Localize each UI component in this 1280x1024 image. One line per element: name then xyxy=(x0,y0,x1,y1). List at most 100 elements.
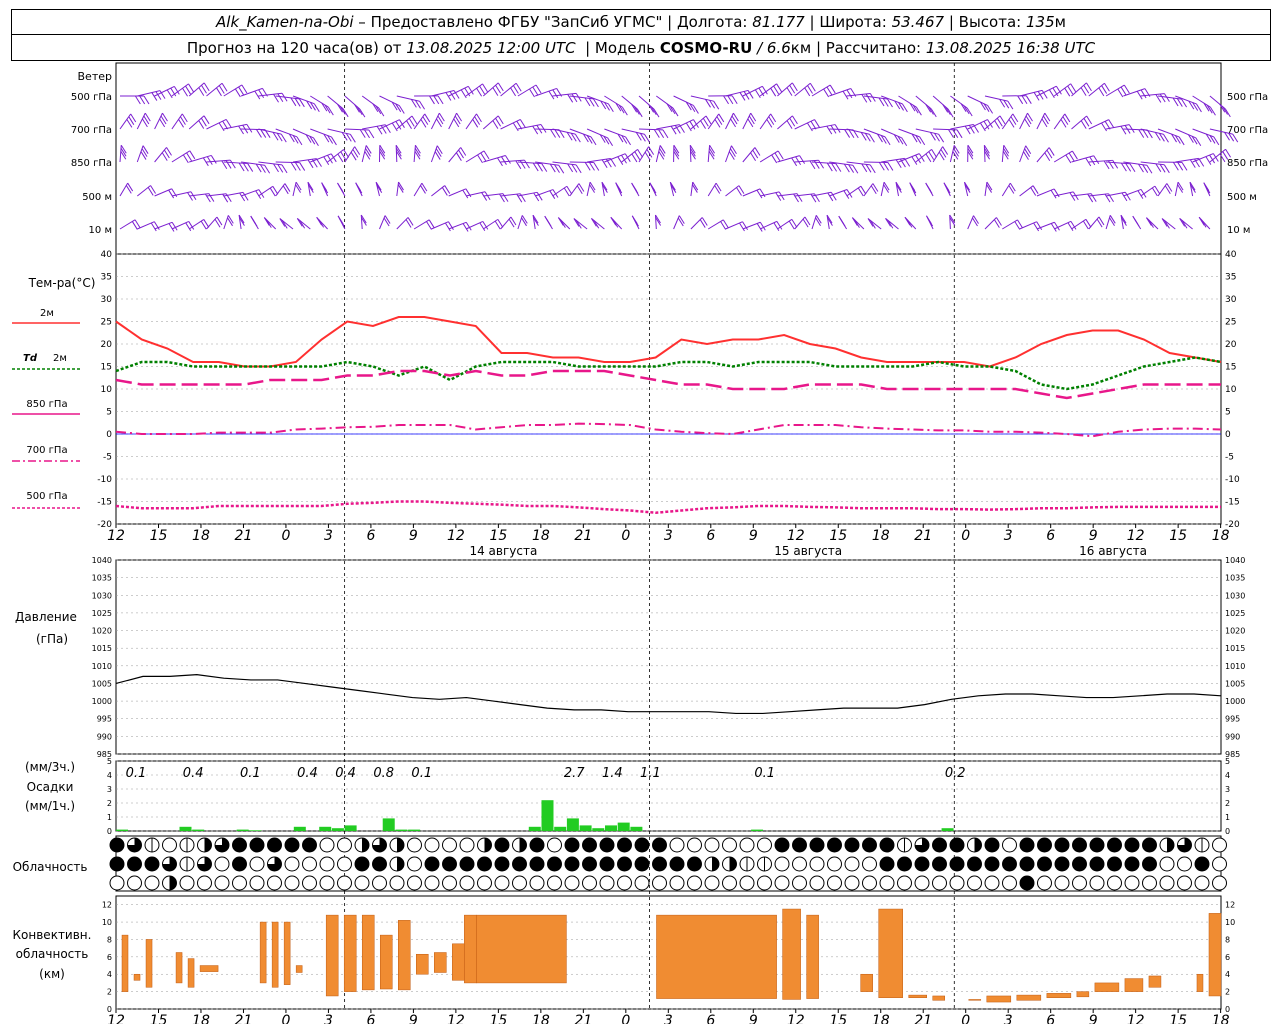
wind-barb-flag xyxy=(865,93,872,103)
wind-barb-flag xyxy=(552,89,559,99)
wind-barb-flag xyxy=(294,162,301,171)
wind-barb-flag xyxy=(198,87,205,96)
wind-barb-flag xyxy=(804,87,811,97)
wind-barb xyxy=(448,147,462,163)
wind-barb-flag xyxy=(927,217,934,227)
wind-barb-flag xyxy=(1086,82,1092,92)
precip-bar xyxy=(116,829,128,831)
wind-level-label-left: 500 гПа xyxy=(71,92,112,103)
cloud-circle xyxy=(512,875,527,891)
wind-barb-flag xyxy=(1093,155,1100,164)
wind-barb-flag xyxy=(1064,87,1071,97)
legend-t2m-label: 2м xyxy=(40,308,54,319)
wind-barb-flag xyxy=(1181,162,1188,171)
cloud-circle xyxy=(109,856,125,872)
time-tick-label: 6 xyxy=(1046,1013,1055,1024)
cloud-circle xyxy=(897,856,912,872)
cloud-circle xyxy=(617,856,632,872)
wind-barb-flag xyxy=(1017,95,1024,105)
wind-barb-flag xyxy=(391,122,398,132)
wind-barb-flag xyxy=(501,156,507,165)
wind-barb xyxy=(361,145,367,163)
wind-barb-flag xyxy=(384,215,391,224)
precip-3h-label: 0.4 xyxy=(183,766,204,781)
panel-frame xyxy=(115,760,1222,832)
pressure-line xyxy=(115,674,1222,715)
time-tick-label: 12 xyxy=(107,1013,125,1024)
wind-barb xyxy=(413,145,416,163)
conv-bar xyxy=(343,914,357,992)
precip-ytick-right: 0 xyxy=(1225,827,1230,836)
cloud-circle xyxy=(844,837,860,853)
wind-barb xyxy=(984,95,1008,102)
wind-barb-flag xyxy=(944,184,951,194)
cloud-circle xyxy=(617,875,632,891)
cloud-circle xyxy=(494,856,510,872)
cloud-circle xyxy=(494,837,510,853)
cloud-circle xyxy=(669,856,685,872)
conv-ytick-left: 12 xyxy=(102,901,112,910)
precip-bar xyxy=(319,826,332,831)
wind-barb-flag xyxy=(795,156,802,166)
wind-barb-flag xyxy=(227,217,233,227)
conv-label-1: Конвективн. xyxy=(13,928,92,942)
wind-barb xyxy=(707,182,717,197)
cloud-half-mark xyxy=(204,838,212,853)
temp-ytick-left: 40 xyxy=(101,250,113,260)
wind-barb-flag xyxy=(421,182,428,192)
wind-barb-flag xyxy=(1080,87,1087,96)
wind-barb-flag xyxy=(1008,185,1015,194)
cloud-circle xyxy=(442,837,457,853)
pressure-ytick-left: 1015 xyxy=(92,644,112,653)
wind-barb-flag xyxy=(653,129,660,138)
cloud-circle xyxy=(757,875,772,891)
wind-barb xyxy=(448,188,467,197)
cloud-circle xyxy=(302,837,317,853)
time-tick-label: 6 xyxy=(366,1013,375,1024)
wind-barb-flag xyxy=(1080,120,1087,129)
wind-barb-flag xyxy=(495,117,501,127)
wind-barb-flag xyxy=(203,115,210,125)
time-tick-label: 21 xyxy=(914,528,932,544)
time-tick-label: 3 xyxy=(1004,1013,1013,1024)
wind-barb-flag xyxy=(337,153,344,163)
wind-barb xyxy=(1071,218,1087,230)
conv-bar xyxy=(1148,975,1162,988)
cloud-circle xyxy=(407,875,422,891)
wind-barb-flag xyxy=(1108,119,1115,128)
wind-barb xyxy=(1019,221,1037,230)
conv-bar xyxy=(325,914,339,997)
wind-barb-flag xyxy=(693,105,699,114)
temp-ytick-right: -5 xyxy=(1225,453,1234,463)
cloud-circle xyxy=(599,856,615,872)
wind-barb-flag xyxy=(238,86,245,96)
wind-barb xyxy=(933,128,958,131)
cloud-circle xyxy=(1019,875,1035,891)
wind-barb xyxy=(689,145,692,163)
cloud-circle xyxy=(669,837,685,853)
time-tick-label: 0 xyxy=(961,528,970,544)
cloud-circle xyxy=(687,837,702,853)
time-tick-label: 21 xyxy=(574,528,592,544)
wind-barb-flag xyxy=(774,152,781,162)
pressure-ytick-right: 1025 xyxy=(1225,609,1245,618)
wind-barb-flag xyxy=(883,162,889,171)
wind-barb xyxy=(413,219,430,230)
temp-ytick-left: 30 xyxy=(101,295,113,305)
wind-barb-flag xyxy=(685,122,692,132)
wind-barb-flag xyxy=(818,159,824,169)
conv-bar xyxy=(476,914,567,984)
wind-barb-flag xyxy=(277,93,284,103)
wind-barb-flag xyxy=(206,156,213,165)
wind-barb-flag xyxy=(247,163,254,172)
precip-ytick-right: 1 xyxy=(1225,813,1230,822)
precip-label: Осадки xyxy=(27,780,74,794)
cloud-circle xyxy=(932,856,947,872)
cloud-circle xyxy=(197,875,212,891)
cloud-circle xyxy=(1054,856,1070,872)
temp-series-4 xyxy=(115,500,1221,515)
time-tick-label: 0 xyxy=(281,528,290,544)
time-tick-label: 12 xyxy=(107,528,125,544)
pressure-ytick-left: 1040 xyxy=(92,556,112,565)
wind-barb-flag xyxy=(1068,152,1075,162)
